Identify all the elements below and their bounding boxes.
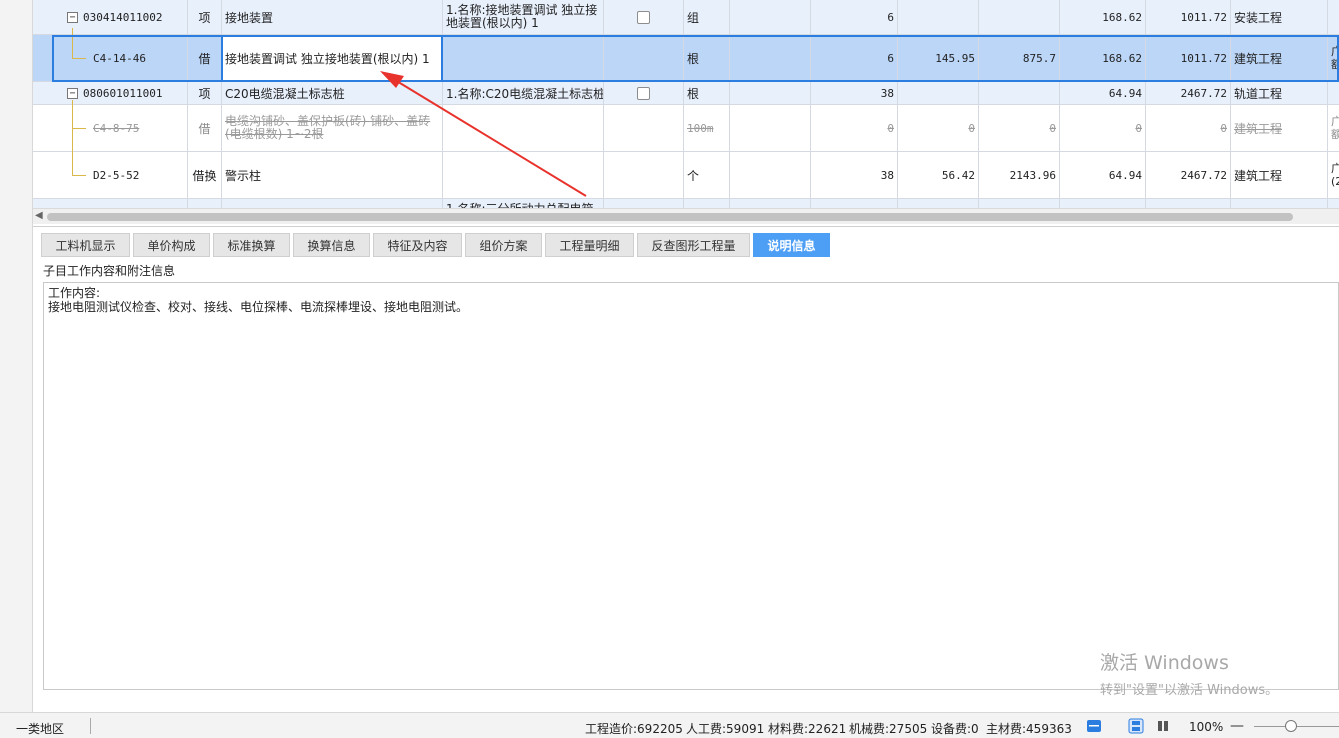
labor-cost: 人工费:59091 — [686, 722, 765, 736]
content-line: 工作内容: — [48, 286, 101, 300]
divider — [90, 718, 91, 734]
tab-unit-price[interactable]: 单价构成 — [133, 233, 210, 257]
total-cost: 工程造价:692205 — [585, 722, 683, 736]
equipment-cost: 设备费:0 — [931, 722, 979, 736]
layout-columns-icon[interactable] — [1155, 718, 1171, 734]
horizontal-scrollbar[interactable]: ◀ — [33, 208, 1339, 224]
description-textarea[interactable]: 工作内容: 接地电阻测试仪检查、校对、接线、电位探棒、电流探棒埋设、接地电阻测试… — [43, 282, 1339, 690]
tab-description[interactable]: 说明信息 — [753, 233, 830, 257]
tab-conversion-info[interactable]: 换算信息 — [293, 233, 370, 257]
tab-standard-conversion[interactable]: 标准换算 — [213, 233, 290, 257]
layout-single-icon[interactable] — [1086, 718, 1102, 734]
region-label[interactable]: 一类地区 — [16, 720, 64, 737]
machine-cost: 机械费:27505 — [849, 722, 928, 736]
tab-pricing-scheme[interactable]: 组价方案 — [465, 233, 542, 257]
zoom-slider-knob[interactable] — [1285, 720, 1297, 732]
content-line: 接地电阻测试仪检查、校对、接线、电位探棒、电流探棒埋设、接地电阻测试。 — [48, 300, 469, 314]
zoom-out-icon[interactable]: — — [1230, 718, 1244, 734]
detail-tabs: 工料机显示 单价构成 标准换算 换算信息 特征及内容 组价方案 工程量明细 反查… — [33, 226, 1339, 258]
status-bar: 一类地区 工程造价:692205 人工费:59091 材料费:22621 机械费… — [0, 712, 1339, 738]
watermark-subtitle: 转到"设置"以激活 Windows。 — [1100, 683, 1279, 698]
app-window: 20 − 030414011002 项 接地装置 1.名称:接地装置调试 独立接… — [0, 0, 1339, 738]
scroll-left-icon[interactable]: ◀ — [35, 210, 43, 221]
tab-quantity-detail[interactable]: 工程量明细 — [545, 233, 634, 257]
panel-title: 子目工作内容和附注信息 — [43, 264, 176, 278]
tab-reverse-lookup[interactable]: 反查图形工程量 — [637, 233, 750, 257]
tab-features-content[interactable]: 特征及内容 — [373, 233, 462, 257]
activation-watermark: 激活 Windows 转到"设置"以激活 Windows。 — [1100, 648, 1278, 698]
zoom-level: 100% — [1189, 720, 1224, 734]
watermark-title: 激活 Windows — [1100, 652, 1229, 674]
material-cost: 材料费:22621 — [768, 722, 847, 736]
main-material-cost: 主材费:459363 — [986, 722, 1072, 736]
layout-split-icon[interactable] — [1128, 718, 1144, 734]
scrollbar-thumb[interactable] — [47, 213, 1293, 221]
tab-labor-material-machine[interactable]: 工料机显示 — [41, 233, 130, 257]
